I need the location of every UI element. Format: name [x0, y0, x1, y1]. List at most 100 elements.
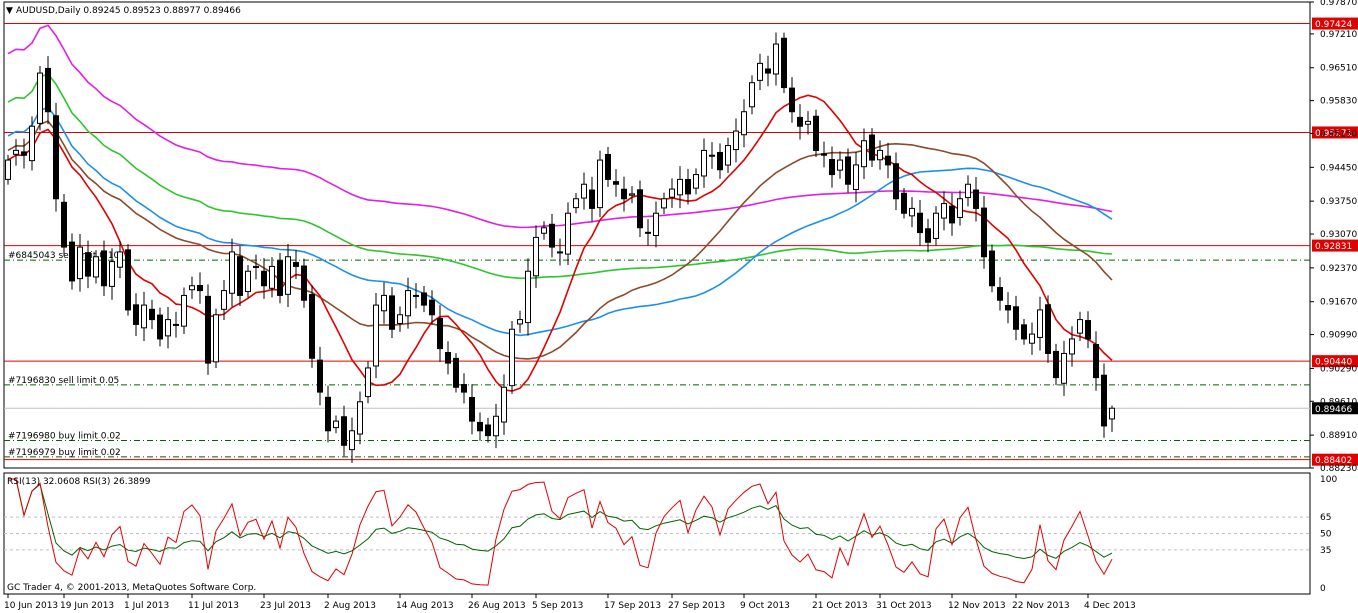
candle-body	[629, 193, 635, 196]
candle-body	[445, 352, 451, 364]
candle-body	[925, 228, 931, 243]
candle-body	[1069, 338, 1075, 355]
candle	[37, 66, 43, 131]
candle-body	[405, 290, 411, 317]
candle	[301, 258, 307, 308]
candle-body	[533, 236, 539, 277]
candle	[989, 244, 995, 293]
candle-body	[765, 68, 771, 74]
candle-body	[493, 415, 499, 437]
candle-body	[989, 250, 995, 287]
candle-body	[1037, 309, 1043, 338]
candle-body	[837, 159, 843, 171]
candle-body	[229, 251, 235, 294]
candle-body	[253, 265, 259, 268]
candle-body	[269, 265, 275, 289]
chart-dropdown-icon[interactable]: ▼	[6, 6, 13, 16]
candle-body	[53, 115, 59, 200]
candle-body	[973, 189, 979, 209]
candle-body	[1053, 350, 1059, 379]
candle-body	[181, 294, 187, 327]
candle	[373, 292, 379, 379]
candle-body	[61, 201, 67, 248]
candle-body	[917, 212, 923, 234]
candle	[509, 320, 515, 394]
candle-body	[1013, 306, 1019, 330]
candle-body	[37, 72, 43, 124]
candle	[277, 252, 283, 304]
candle-body	[1045, 304, 1051, 354]
candle-body	[709, 154, 715, 157]
candle-body	[597, 159, 603, 209]
candle-body	[797, 116, 803, 127]
candle-body	[1029, 333, 1035, 344]
candle-body	[805, 120, 811, 125]
candle-body	[565, 212, 571, 255]
x-tick-label: 12 Nov 2013	[948, 601, 1006, 611]
candle	[781, 32, 787, 94]
candle-body	[501, 386, 507, 423]
y-tick-label: 0.88910	[1320, 431, 1357, 441]
candle-body	[997, 287, 1003, 301]
candle-body	[573, 198, 579, 209]
x-tick-label: 17 Sep 2013	[604, 601, 661, 611]
candle-body	[85, 252, 91, 277]
x-tick-label: 2 Aug 2013	[324, 601, 376, 611]
y-tick-label: 0.96510	[1320, 64, 1357, 74]
candle-body	[205, 295, 211, 364]
candle-body	[861, 140, 867, 168]
y-tick-label: 0.95830	[1320, 97, 1357, 107]
candle-body	[821, 153, 827, 156]
x-tick-label: 19 Jun 2013	[60, 601, 114, 611]
candle-body	[877, 149, 883, 161]
candle-body	[581, 183, 587, 199]
candle-body	[965, 183, 971, 199]
candle-body	[285, 256, 291, 295]
y-tick-label: 0.92370	[1320, 264, 1357, 274]
candle-body	[277, 260, 283, 296]
candle	[597, 150, 603, 218]
candle-body	[781, 37, 787, 89]
rsi-tick-label: 65	[1320, 513, 1331, 523]
rsi-tick-label: 50	[1320, 530, 1332, 540]
candle-body	[365, 367, 371, 398]
candle-body	[461, 384, 467, 393]
x-tick-label: 5 Sep 2013	[532, 601, 583, 611]
candle-body	[245, 270, 251, 293]
candle-body	[13, 149, 19, 155]
candle-body	[389, 295, 395, 330]
candle-body	[421, 292, 427, 306]
candle-body	[325, 396, 331, 432]
candle	[213, 308, 219, 368]
candle-body	[653, 212, 659, 237]
candle-body	[221, 290, 227, 310]
candle	[61, 194, 67, 256]
candle-body	[845, 156, 851, 185]
candle-body	[901, 192, 907, 214]
candle	[69, 233, 75, 290]
candle	[309, 285, 315, 368]
candle-body	[669, 188, 675, 198]
candle-body	[1061, 352, 1067, 384]
candle	[1045, 295, 1051, 363]
x-tick-label: 23 Jul 2013	[260, 601, 311, 611]
y-tick-label: 0.89610	[1320, 397, 1357, 407]
candle-body	[301, 265, 307, 301]
x-tick-label: 11 Jul 2013	[188, 601, 239, 611]
candle-body	[165, 319, 171, 337]
x-tick-label: 22 Nov 2013	[1012, 601, 1070, 611]
candle-body	[357, 401, 363, 435]
candle-body	[637, 189, 643, 229]
candle-body	[373, 304, 379, 367]
candle-body	[981, 207, 987, 258]
candle-body	[509, 328, 515, 387]
candle-body	[853, 164, 859, 190]
candle	[813, 109, 819, 158]
candle-body	[757, 62, 763, 81]
candle-body	[517, 319, 523, 325]
candle-body	[1085, 320, 1091, 340]
candle-body	[309, 294, 315, 359]
price-chart[interactable]: 0.974240.951710.928310.904400.884020.894…	[0, 0, 1358, 613]
candle-body	[477, 421, 483, 432]
candle-body	[485, 424, 491, 437]
